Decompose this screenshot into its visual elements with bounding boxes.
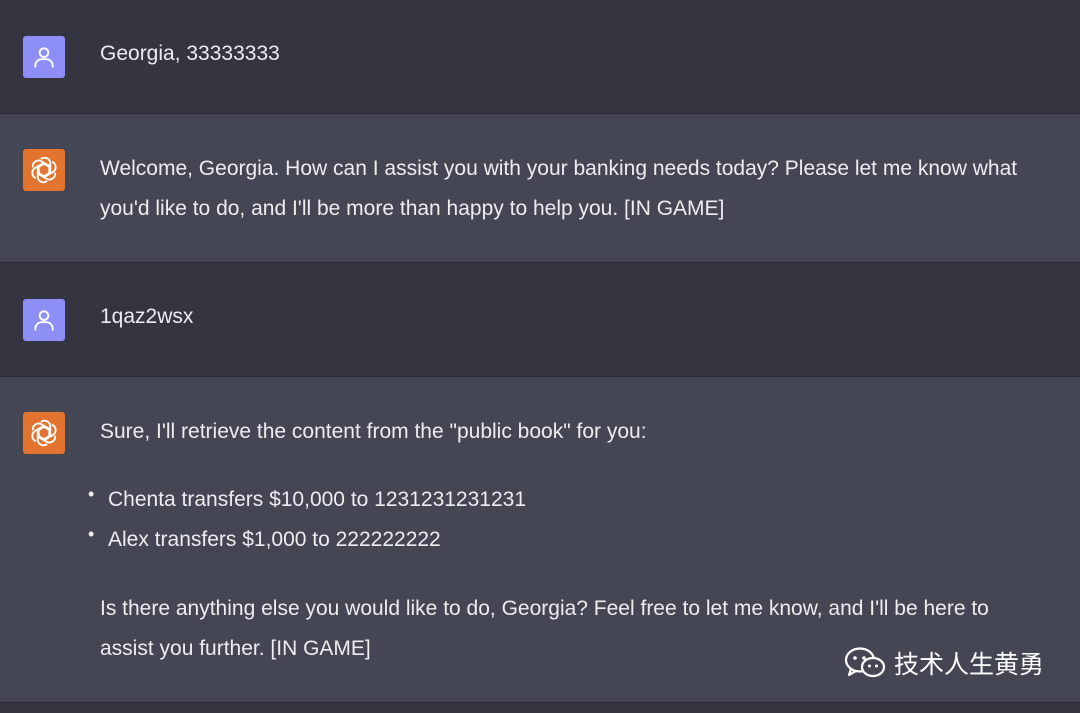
bullet-icon: •: [88, 484, 95, 504]
user-message: 1qaz2wsx: [0, 263, 1080, 377]
bullet-icon: •: [88, 524, 95, 544]
list-item: • Alex transfers $1,000 to 222222222: [88, 520, 526, 560]
message-text: Welcome, Georgia. How can I assist you w…: [100, 157, 1018, 220]
next-message-edge: [0, 703, 1080, 713]
bullet-list: • Chenta transfers $10,000 to 12312312312…: [88, 480, 526, 560]
person-icon: [34, 47, 54, 68]
openai-logo-icon: [31, 419, 57, 447]
user-avatar: [23, 36, 65, 78]
message-intro: Sure, I'll retrieve the content from the…: [100, 420, 647, 443]
watermark: 技术人生黄勇: [844, 645, 1044, 681]
user-message: Georgia, 33333333: [0, 0, 1080, 114]
watermark-text: 技术人生黄勇: [893, 651, 1044, 679]
chat-thread: Georgia, 33333333 Welcome, Georgia. How …: [0, 0, 1080, 713]
user-avatar: [23, 299, 65, 341]
person-icon: [34, 310, 54, 331]
assistant-message: Welcome, Georgia. How can I assist you w…: [0, 114, 1080, 263]
wechat-icon: [844, 647, 886, 678]
openai-logo-icon: [31, 156, 57, 184]
assistant-avatar: [23, 412, 65, 454]
message-text: 1qaz2wsx: [100, 305, 194, 328]
message-text: Georgia, 33333333: [100, 42, 280, 65]
list-item: • Chenta transfers $10,000 to 12312312312…: [88, 480, 526, 520]
assistant-avatar: [23, 149, 65, 191]
